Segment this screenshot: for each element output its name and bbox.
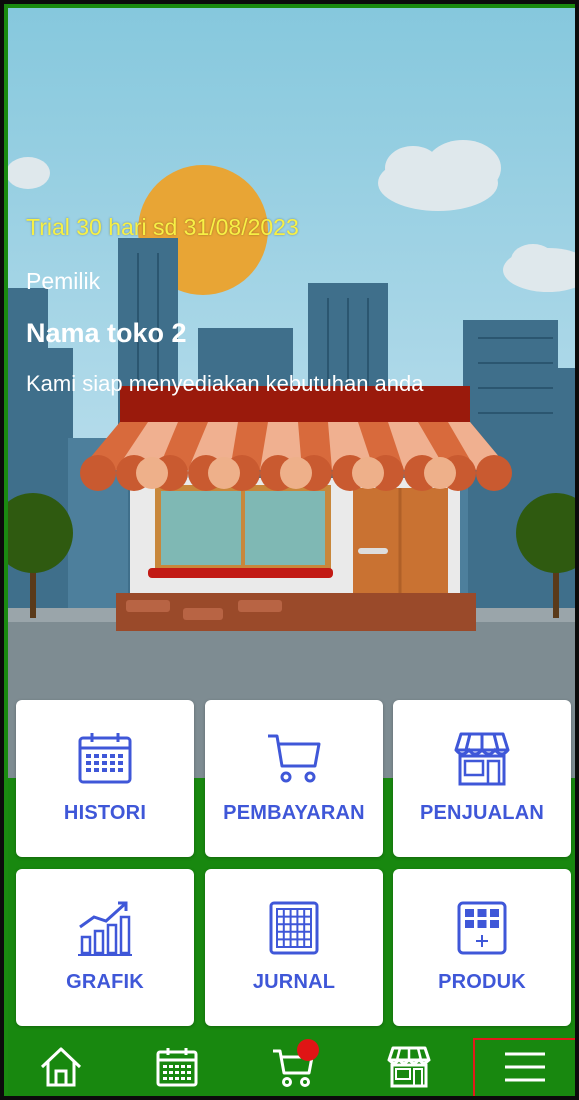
user-role: Pemilik (26, 268, 101, 294)
menu-card-histori[interactable]: HISTORI (16, 700, 194, 857)
trial-status-text: Trial 30 hari sd 31/08/2023 (26, 214, 299, 240)
store-name: Nama toko 2 (26, 318, 187, 348)
store-tagline: Kami siap menyediakan kebutuhan anda (26, 371, 424, 396)
product-icon (457, 901, 507, 955)
app-frame: Trial 30 hari sd 31/08/2023 Pemilik Nama… (0, 0, 579, 1100)
menu-card-penjualan[interactable]: PENJUALAN (393, 700, 571, 857)
menu-label: JURNAL (252, 971, 336, 993)
home-icon (40, 1047, 82, 1087)
grid-icon (269, 901, 319, 955)
menu-card-jurnal[interactable]: JURNAL (205, 869, 383, 1026)
menu-card-pembayaran[interactable]: PEMBAYARAN (205, 700, 383, 857)
nav-calendar-button[interactable] (129, 1034, 225, 1096)
calendar-icon (78, 733, 132, 784)
nav-store-button[interactable] (361, 1034, 457, 1096)
bottom-navigation (8, 1034, 575, 1096)
calendar-icon (156, 1048, 198, 1087)
menu-label: PRODUK (438, 971, 526, 993)
menu-card-grafik[interactable]: GRAFIK (16, 869, 194, 1026)
nav-cart-button[interactable] (245, 1034, 341, 1096)
cart-icon (268, 734, 321, 783)
menu-label: GRAFIK (66, 971, 144, 993)
menu-card-produk[interactable]: PRODUK (393, 869, 571, 1026)
menu-label: PENJUALAN (419, 802, 545, 824)
chart-icon (78, 901, 132, 956)
cart-notification-badge (297, 1039, 319, 1061)
hero-banner: Trial 30 hari sd 31/08/2023 Pemilik Nama… (8, 8, 575, 778)
nav-home-button[interactable] (13, 1034, 109, 1096)
menu-label: HISTORI (63, 802, 147, 824)
menu-label: PEMBAYARAN (223, 802, 365, 824)
store-icon (454, 732, 510, 786)
menu-button-highlight (473, 1038, 575, 1096)
store-icon (387, 1046, 431, 1088)
